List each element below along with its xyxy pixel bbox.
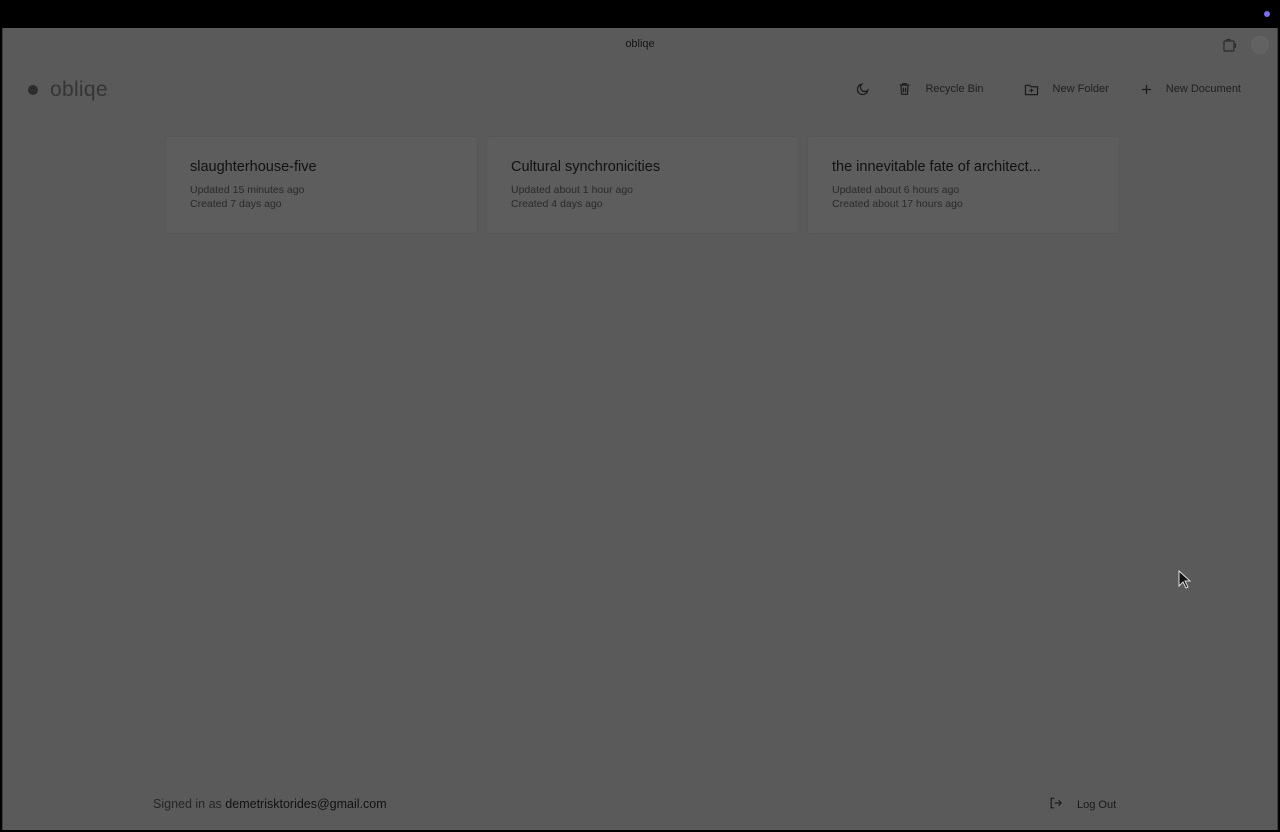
document-title: Cultural synchronicities: [511, 159, 661, 175]
new-document-button[interactable]: New Document: [1141, 83, 1241, 95]
new-folder-label: New Folder: [1052, 83, 1109, 95]
new-document-label: New Document: [1165, 83, 1241, 95]
user-email: demetrisktorides@gmail.com: [225, 797, 387, 811]
theme-toggle-button[interactable]: [856, 82, 870, 96]
trash-icon: [898, 82, 925, 96]
document-updated: Updated about 6 hours ago: [832, 184, 960, 196]
app-footer: Signed in as demetrisktorides@gmail.com …: [3, 794, 1277, 818]
app-logo[interactable]: obliqe: [28, 78, 108, 102]
document-created: Created 7 days ago: [190, 198, 282, 210]
logout-label: Log Out: [1077, 798, 1117, 811]
moon-icon: [856, 82, 870, 96]
document-card[interactable]: Cultural synchronicities Updated about 1…: [486, 136, 799, 234]
document-title: slaughterhouse-five: [190, 159, 317, 175]
document-grid: slaughterhouse-five Updated 15 minutes a…: [165, 136, 1120, 234]
browser-window: obliqe obliqe Recycle Bin New Folder New…: [2, 28, 1278, 830]
app-header: obliqe Recycle Bin New Folder New Docume…: [3, 70, 1277, 114]
new-folder-button[interactable]: New Folder: [1024, 83, 1109, 96]
folder-plus-icon: [1024, 83, 1053, 96]
window-titlebar: obliqe: [3, 28, 1277, 62]
document-updated: Updated 15 minutes ago: [190, 184, 305, 196]
document-title: the innevitable fate of architect...: [832, 159, 1041, 175]
signed-in-info: Signed in as demetrisktorides@gmail.com: [153, 797, 387, 811]
logo-dot-icon: [28, 85, 38, 95]
system-menubar: [0, 0, 1280, 28]
extension-icon[interactable]: [1221, 37, 1237, 53]
logo-text: obliqe: [50, 78, 108, 101]
logout-button[interactable]: Log Out: [1049, 796, 1116, 813]
window-title: obliqe: [625, 38, 655, 50]
profile-avatar-icon[interactable]: [1251, 36, 1269, 54]
status-dot-icon: [1264, 11, 1270, 17]
document-created: Created about 17 hours ago: [832, 198, 963, 210]
document-updated: Updated about 1 hour ago: [511, 184, 634, 196]
recycle-bin-button[interactable]: Recycle Bin: [898, 82, 984, 96]
document-card[interactable]: slaughterhouse-five Updated 15 minutes a…: [165, 136, 478, 234]
signed-in-prefix: Signed in as: [153, 797, 222, 811]
header-actions: Recycle Bin New Folder New Document: [856, 82, 1241, 96]
recycle-bin-label: Recycle Bin: [925, 83, 984, 95]
logout-icon: [1049, 796, 1077, 813]
mouse-cursor-icon: [1178, 570, 1192, 589]
document-created: Created 4 days ago: [511, 198, 603, 210]
document-card[interactable]: the innevitable fate of architect... Upd…: [807, 136, 1120, 234]
plus-icon: [1141, 84, 1166, 95]
